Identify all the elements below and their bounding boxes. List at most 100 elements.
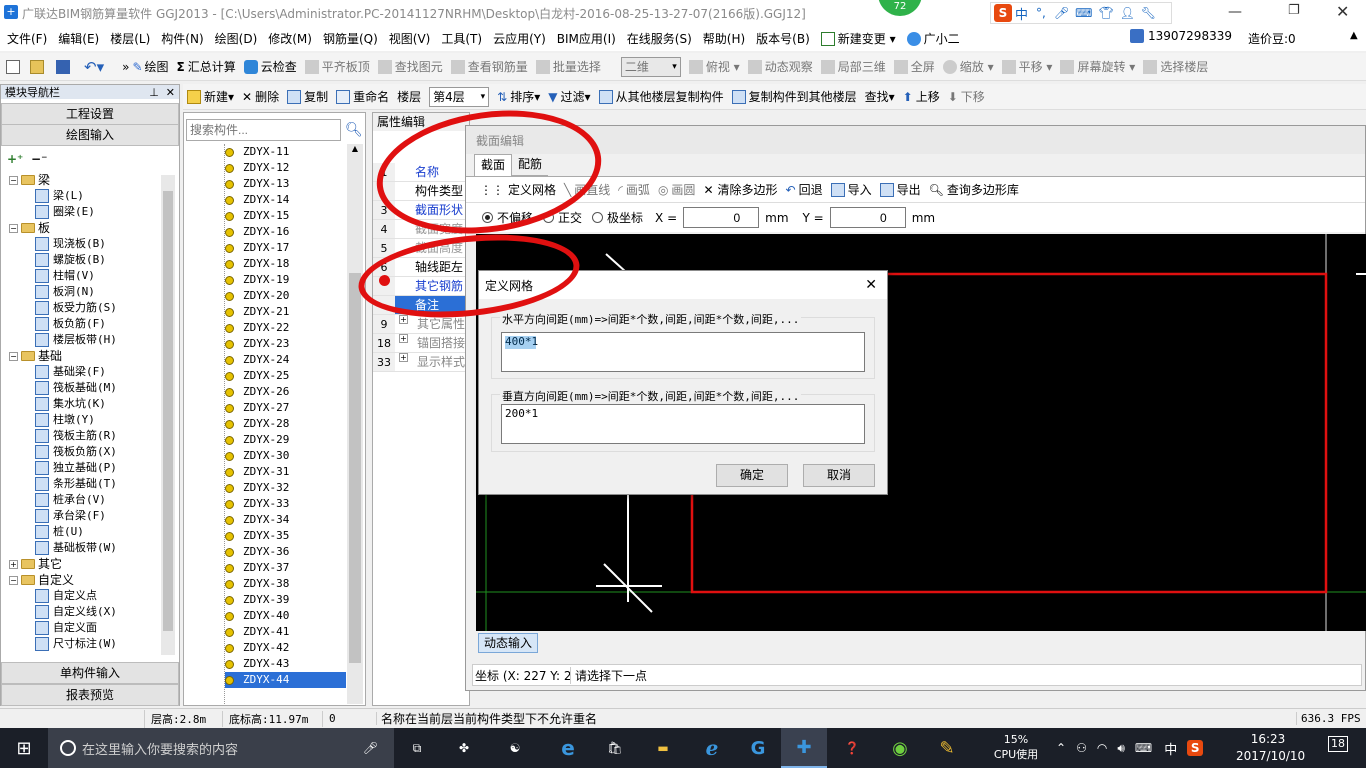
component-list-item[interactable]: ZDYX-22: [225, 320, 346, 336]
notification-badge[interactable]: 72: [878, 0, 922, 16]
sum-button[interactable]: Σ 汇总计算: [177, 58, 236, 75]
swirl-app-icon[interactable]: ☯: [492, 728, 538, 768]
collapse-all-icon[interactable]: −⁻: [31, 152, 47, 166]
wrench-icon[interactable]: 🔧︎: [1141, 6, 1156, 20]
nav-scroll-thumb[interactable]: [163, 191, 173, 631]
tray-ime-lang[interactable]: 中: [1164, 739, 1177, 758]
nav-draw-input[interactable]: 绘图输入: [1, 125, 179, 146]
tree-item[interactable]: 筏板主筋(R): [9, 428, 179, 444]
view-mode-select[interactable]: 二维 ▾: [620, 56, 681, 77]
collapse-icon[interactable]: −: [9, 175, 18, 185]
component-list-item[interactable]: ZDYX-21: [225, 304, 346, 320]
tree-item[interactable]: 基础板带(W): [9, 540, 179, 556]
search-icon[interactable]: 🔍︎: [345, 122, 363, 138]
component-list-item[interactable]: ZDYX-27: [225, 400, 346, 416]
menu-help[interactable]: 帮助(H): [703, 30, 745, 47]
expand-all-icon[interactable]: +⁺: [7, 152, 23, 166]
volume-icon[interactable]: 🔊︎: [1117, 741, 1125, 756]
local-3d-button[interactable]: 局部三维: [820, 58, 886, 75]
menu-view[interactable]: 视图(V): [389, 30, 431, 47]
notes-app-icon[interactable]: ✎: [924, 728, 970, 768]
notification-center[interactable]: 18: [1318, 736, 1358, 752]
expand-icon[interactable]: +: [399, 315, 408, 324]
component-list-item[interactable]: ZDYX-20: [225, 288, 346, 304]
sort-button[interactable]: ⇅ 排序 ▾: [497, 88, 540, 105]
scroll-up-arrow[interactable]: ▲: [1350, 30, 1358, 41]
batch-select-button[interactable]: 批量选择: [535, 58, 601, 75]
menu-floor[interactable]: 楼层(L): [110, 30, 150, 47]
menu-component[interactable]: 构件(N): [161, 30, 203, 47]
ime-toolbar[interactable]: S 中 °, 🎤︎ ⌨ 👕︎ 👤︎ 🔧︎: [990, 2, 1172, 24]
component-list-item[interactable]: ZDYX-24: [225, 352, 346, 368]
component-search-input[interactable]: [186, 119, 341, 141]
tree-item[interactable]: 梁(L): [9, 188, 179, 204]
copy-button[interactable]: 复制: [287, 88, 328, 105]
nav-report-preview[interactable]: 报表预览: [1, 684, 179, 706]
component-list-item[interactable]: ZDYX-18: [225, 256, 346, 272]
collapse-icon[interactable]: −: [9, 223, 18, 233]
component-list-item[interactable]: ZDYX-30: [225, 448, 346, 464]
component-list-item[interactable]: ZDYX-42: [225, 640, 346, 656]
menu-rebar[interactable]: 钢筋量(Q): [323, 30, 378, 47]
nav-single-input[interactable]: 单构件输入: [1, 662, 179, 684]
tree-item[interactable]: 集水坑(K): [9, 396, 179, 412]
pan-button[interactable]: 平移 ▾: [1001, 58, 1052, 75]
cpu-usage[interactable]: 15% CPU使用: [985, 732, 1047, 762]
tree-folder[interactable]: + 其它: [9, 556, 179, 572]
property-row[interactable]: 33 + 显示样式: [373, 353, 469, 372]
pin-icon[interactable]: ⊥: [149, 86, 159, 99]
dynamic-input-button[interactable]: 动态输入: [478, 633, 538, 653]
component-list-item[interactable]: ZDYX-14: [225, 192, 346, 208]
ie-icon[interactable]: ℯ: [689, 728, 735, 768]
tree-folder[interactable]: − 基础: [9, 348, 179, 364]
component-list-item[interactable]: ZDYX-40: [225, 608, 346, 624]
ok-button[interactable]: 确定: [716, 464, 788, 487]
collapse-icon[interactable]: −: [9, 351, 18, 361]
skin-icon[interactable]: 👕︎: [1098, 6, 1113, 20]
component-list-item[interactable]: ZDYX-44: [225, 672, 346, 688]
menu-assistant[interactable]: 广小二: [906, 30, 960, 47]
menu-modify[interactable]: 修改(M): [268, 30, 312, 47]
people-icon[interactable]: ⚇: [1076, 741, 1087, 755]
menu-tools[interactable]: 工具(T): [441, 30, 482, 47]
draw-button[interactable]: » ✎ 绘图: [122, 58, 168, 75]
component-list-item[interactable]: ZDYX-37: [225, 560, 346, 576]
component-list-item[interactable]: ZDYX-28: [225, 416, 346, 432]
search-dropdown-button[interactable]: 查找 ▾: [865, 88, 895, 105]
component-list-item[interactable]: ZDYX-11: [225, 144, 346, 160]
component-list-item[interactable]: ZDYX-41: [225, 624, 346, 640]
expand-icon[interactable]: +: [399, 334, 408, 343]
taskbar-search[interactable]: 在这里输入你要搜索的内容 🎤︎: [48, 728, 394, 768]
copy-from-floor-button[interactable]: 从其他楼层复制构件: [598, 88, 724, 105]
component-list-item[interactable]: ZDYX-32: [225, 480, 346, 496]
tree-item[interactable]: 自定义线(X): [9, 604, 179, 620]
cancel-button[interactable]: 取消: [803, 464, 875, 487]
menu-file[interactable]: 文件(F): [7, 30, 47, 47]
tree-item[interactable]: 柱帽(V): [9, 268, 179, 284]
tree-item[interactable]: 楼层板带(H): [9, 332, 179, 348]
top-view-button[interactable]: 俯视 ▾: [688, 58, 740, 75]
close-button[interactable]: ✕: [1336, 2, 1349, 21]
clear-polygon-button[interactable]: ✕ 清除多边形: [703, 181, 777, 198]
flat-slab-button[interactable]: 平齐板顶: [304, 58, 370, 75]
keyboard-icon[interactable]: ⌨: [1135, 741, 1152, 755]
clock[interactable]: 16:23 2017/10/10: [1236, 731, 1305, 765]
tree-item[interactable]: 板洞(N): [9, 284, 179, 300]
component-list-scrollbar[interactable]: ▲: [347, 144, 363, 704]
delete-button[interactable]: ✕ 删除: [242, 88, 279, 105]
collapse-icon[interactable]: −: [9, 575, 18, 585]
copy-to-floor-button[interactable]: 复制构件到其他楼层: [731, 88, 857, 105]
rename-button[interactable]: 重命名: [336, 88, 389, 105]
component-list-item[interactable]: ZDYX-25: [225, 368, 346, 384]
component-list-item[interactable]: ZDYX-36: [225, 544, 346, 560]
minimize-button[interactable]: —: [1228, 4, 1242, 20]
find-element-button[interactable]: 查找图元: [377, 58, 443, 75]
tree-folder[interactable]: − 板: [9, 220, 179, 236]
glodon-app-icon[interactable]: G: [735, 728, 781, 768]
store-icon[interactable]: 🛍︎: [592, 728, 638, 768]
component-list-item[interactable]: ZDYX-12: [225, 160, 346, 176]
move-up-button[interactable]: ⬆ 上移: [903, 88, 940, 105]
dialog-close-icon[interactable]: ✕: [865, 277, 877, 293]
tree-folder[interactable]: − 自定义: [9, 572, 179, 588]
tree-item[interactable]: 尺寸标注(W): [9, 636, 179, 652]
